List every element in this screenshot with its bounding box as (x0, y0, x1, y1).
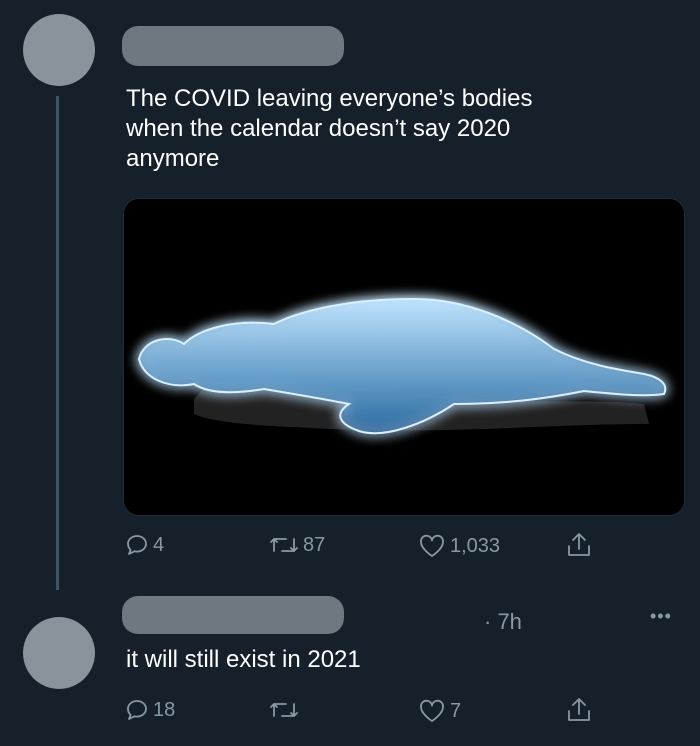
share-icon (568, 698, 590, 721)
share-action[interactable] (566, 696, 592, 724)
retweet-icon (270, 538, 298, 552)
like-count: 7 (450, 699, 462, 722)
reply-count: 18 (153, 698, 176, 721)
retweet-count: 87 (303, 533, 326, 556)
retweet-action[interactable] (269, 698, 299, 722)
retweet-action[interactable]: 87 (269, 533, 325, 557)
heart-icon (420, 699, 444, 722)
reply-text: it will still exist in 2021 (126, 646, 361, 673)
tweet-media-image[interactable] (123, 198, 685, 516)
like-action[interactable]: 7 (418, 698, 461, 724)
retweet-icon (270, 703, 298, 717)
reply-icon (127, 535, 147, 555)
glowing-spirit-body-image (124, 199, 684, 515)
redacted-username[interactable] (122, 26, 344, 66)
tweet-text-line: The COVID leaving everyone’s bodies (126, 85, 533, 112)
reply-icon (127, 700, 147, 720)
more-options-icon[interactable]: ••• (650, 606, 672, 627)
share-action[interactable] (566, 531, 592, 559)
like-count: 1,033 (450, 534, 501, 557)
tweet-text: The COVID leaving everyone’s bodies when… (126, 84, 686, 174)
reply-timestamp[interactable]: · 7h (484, 609, 522, 635)
reply-action[interactable]: 4 (125, 533, 164, 557)
heart-icon (420, 534, 444, 557)
reply-count: 4 (153, 533, 165, 556)
tweet-text-line: anymore (126, 145, 220, 172)
like-action[interactable]: 1,033 (418, 533, 500, 559)
redacted-username[interactable] (122, 596, 344, 634)
reply-action[interactable]: 18 (125, 698, 175, 722)
tweet-text-line: when the calendar doesn’t say 2020 (126, 115, 511, 142)
thread-connector-line (56, 96, 59, 590)
avatar[interactable] (23, 14, 95, 86)
avatar[interactable] (23, 617, 95, 689)
share-icon (568, 533, 590, 556)
